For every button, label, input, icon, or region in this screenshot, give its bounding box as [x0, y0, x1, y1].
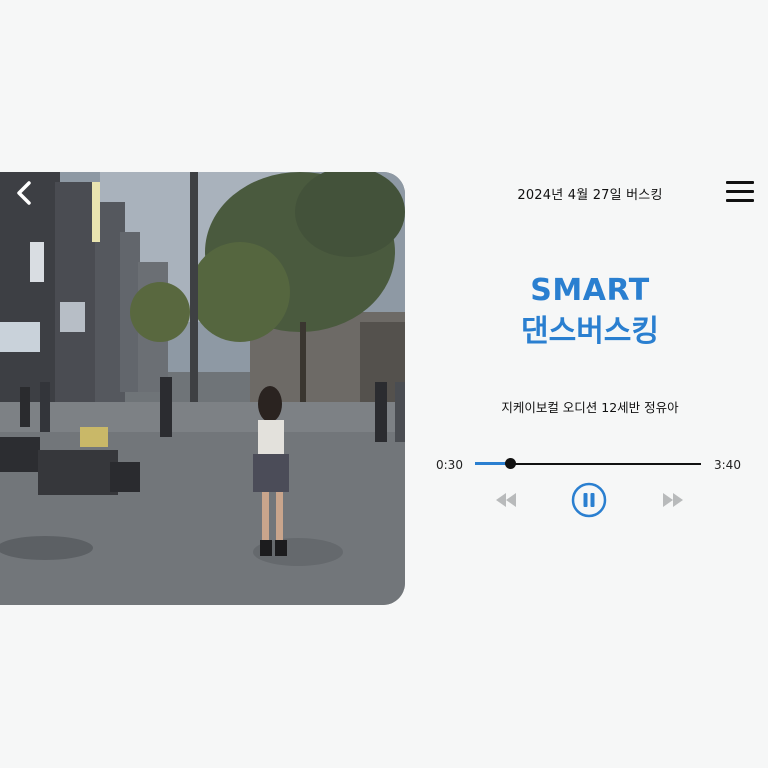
event-heading: SMART 댄스버스킹 [440, 272, 740, 354]
hamburger-menu-icon [726, 181, 754, 202]
heading-line-2: 댄스버스킹 [521, 314, 659, 349]
fast-forward-button[interactable] [662, 492, 684, 512]
back-button[interactable] [10, 178, 38, 208]
menu-button[interactable] [726, 181, 754, 207]
rewind-icon [496, 493, 516, 507]
progress-knob[interactable] [505, 458, 517, 469]
performance-photo [0, 172, 405, 605]
page-title: 2024년 4월 27일 버스킹 [517, 188, 663, 203]
rewind-button[interactable] [495, 492, 517, 512]
progress-bar[interactable] [475, 458, 701, 469]
pause-button[interactable] [571, 482, 607, 522]
chevron-left-icon [17, 181, 31, 205]
total-time: 3:40 [714, 458, 741, 472]
heading-line-1: SMART [530, 273, 650, 308]
fast-forward-icon [663, 493, 683, 507]
performer-subtitle: 지케이보컬 오디션 12세반 정유아 [501, 400, 679, 415]
current-time: 0:30 [436, 458, 463, 472]
pause-icon [571, 482, 607, 518]
